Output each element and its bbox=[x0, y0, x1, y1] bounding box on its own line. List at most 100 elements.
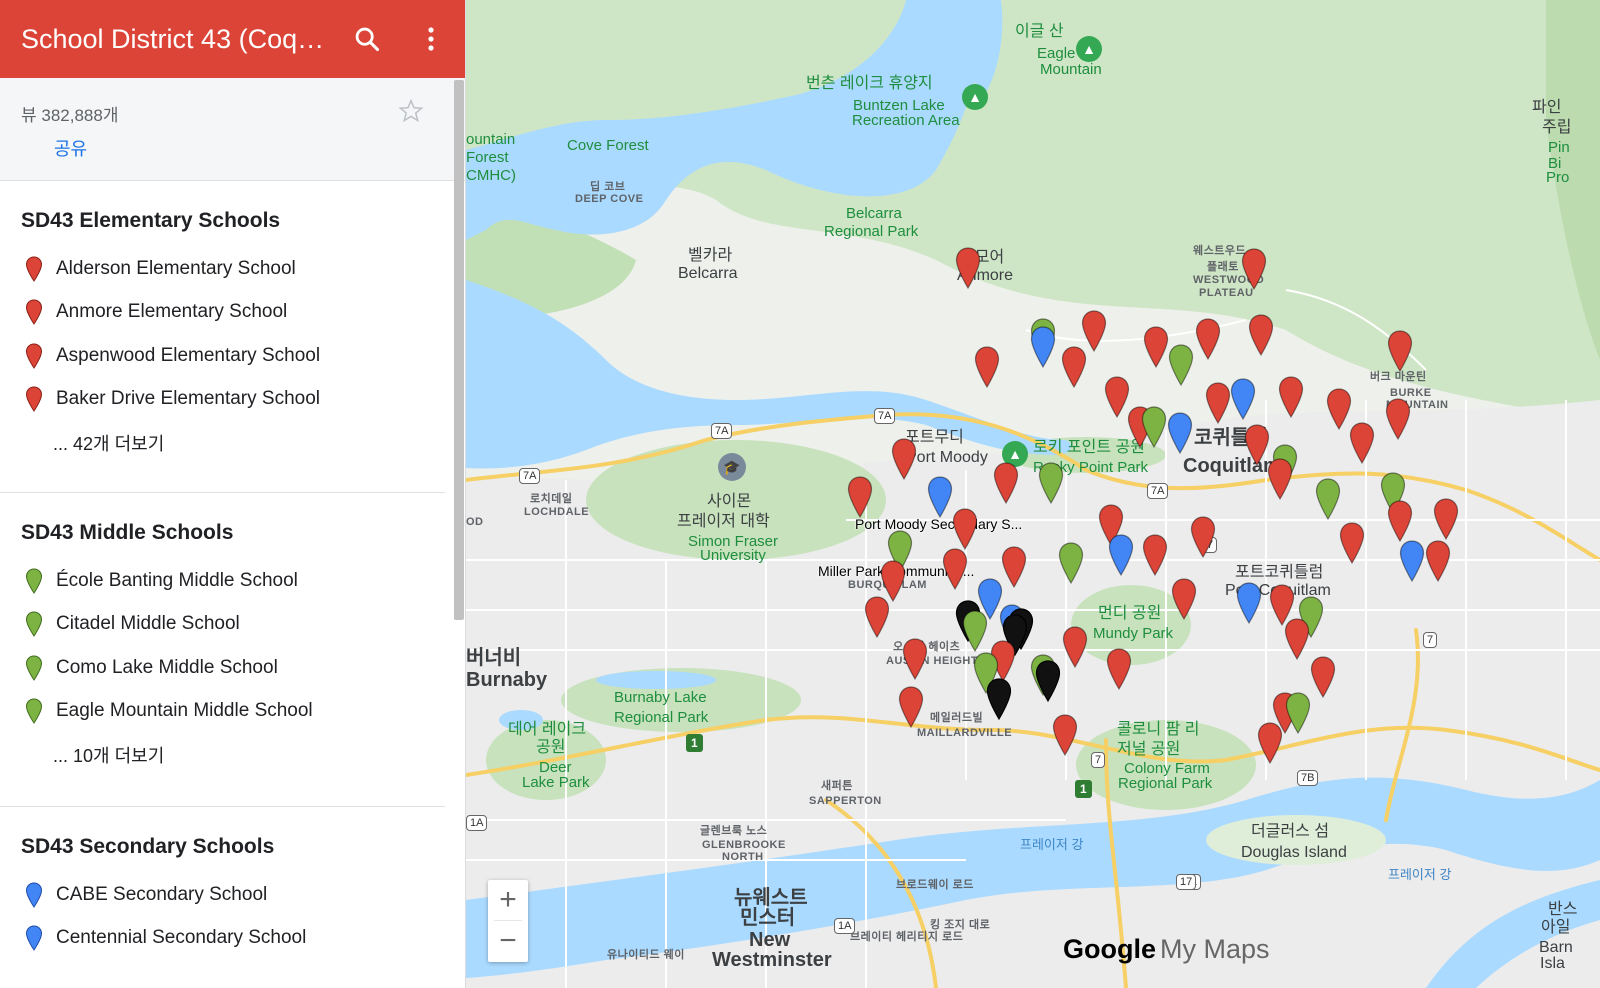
list-item[interactable]: CABE Secondary School bbox=[21, 873, 424, 917]
green-marker-icon bbox=[25, 655, 43, 681]
star-icon[interactable] bbox=[398, 98, 424, 129]
map-title[interactable]: School District 43 (Coquitlam) Schools bbox=[21, 24, 331, 55]
school-marker[interactable] bbox=[1241, 248, 1267, 290]
school-marker[interactable] bbox=[1106, 648, 1132, 690]
map-place-label: NORTH bbox=[722, 851, 764, 863]
zoom-controls: + − bbox=[488, 880, 528, 962]
school-marker[interactable] bbox=[1387, 500, 1413, 542]
list-item[interactable]: Citadel Middle School bbox=[21, 603, 424, 647]
school-marker[interactable] bbox=[1195, 318, 1221, 360]
list-item[interactable]: Alderson Elementary School bbox=[21, 247, 424, 291]
map-place-label: Regional Park bbox=[824, 223, 919, 240]
school-marker[interactable] bbox=[1315, 478, 1341, 520]
school-marker[interactable] bbox=[1052, 714, 1078, 756]
map-place-label: University bbox=[700, 547, 766, 564]
school-marker[interactable] bbox=[1058, 542, 1084, 584]
google-my-maps-logo: Google My Maps bbox=[1063, 934, 1270, 965]
school-marker[interactable] bbox=[1030, 326, 1056, 368]
school-marker[interactable] bbox=[902, 638, 928, 680]
list-item[interactable]: Anmore Elementary School bbox=[21, 291, 424, 335]
road-shield: 1A bbox=[834, 918, 856, 934]
school-marker[interactable] bbox=[1399, 540, 1425, 582]
school-marker[interactable] bbox=[1284, 618, 1310, 660]
school-marker[interactable] bbox=[1142, 534, 1168, 576]
school-marker[interactable] bbox=[1141, 406, 1167, 448]
school-marker[interactable] bbox=[1349, 422, 1375, 464]
school-marker[interactable] bbox=[993, 462, 1019, 504]
map-place-label: Belcarra bbox=[846, 205, 902, 222]
school-marker[interactable] bbox=[1257, 722, 1283, 764]
green-marker-icon bbox=[25, 698, 43, 725]
school-marker[interactable] bbox=[1108, 534, 1134, 576]
list-item-label: CABE Secondary School bbox=[56, 883, 268, 905]
park-icon: ▲ bbox=[1076, 36, 1102, 62]
school-marker[interactable] bbox=[1038, 462, 1064, 504]
show-more-link[interactable]: ... 42개 더보기 bbox=[21, 421, 424, 464]
map-place-label: 데어 레이크 bbox=[508, 721, 587, 738]
school-marker[interactable] bbox=[986, 678, 1012, 720]
school-marker[interactable] bbox=[955, 247, 981, 289]
show-more-link[interactable]: ... 10개 더보기 bbox=[21, 733, 424, 776]
school-marker[interactable] bbox=[1061, 346, 1087, 388]
school-marker[interactable] bbox=[1278, 376, 1304, 418]
list-item[interactable]: École Banting Middle School bbox=[21, 559, 424, 603]
map-place-label: OD bbox=[466, 516, 484, 528]
school-marker[interactable] bbox=[1230, 378, 1256, 420]
list-item[interactable]: Eagle Mountain Middle School bbox=[21, 690, 424, 734]
school-marker[interactable] bbox=[962, 610, 988, 652]
map-place-label: SAPPERTON bbox=[809, 795, 882, 807]
list-item[interactable]: Aspenwood Elementary School bbox=[21, 334, 424, 378]
school-marker[interactable] bbox=[1171, 578, 1197, 620]
map-place-label: New bbox=[749, 929, 791, 951]
school-marker[interactable] bbox=[1267, 458, 1293, 500]
school-marker[interactable] bbox=[1001, 546, 1027, 588]
blue-marker-icon bbox=[25, 882, 43, 908]
school-marker[interactable] bbox=[847, 476, 873, 518]
list-item-label: Aspenwood Elementary School bbox=[56, 344, 321, 366]
school-marker[interactable] bbox=[1205, 382, 1231, 424]
map-place-label: CMHC) bbox=[466, 167, 516, 184]
school-marker[interactable] bbox=[1236, 582, 1262, 624]
school-marker[interactable] bbox=[927, 476, 953, 518]
school-marker[interactable] bbox=[891, 438, 917, 480]
school-marker[interactable] bbox=[1310, 656, 1336, 698]
school-marker[interactable] bbox=[1035, 660, 1061, 702]
school-marker[interactable] bbox=[1248, 314, 1274, 356]
map-place-label: 딥 코브 bbox=[590, 181, 626, 193]
layer-elementary: SD43 Elementary Schools Alderson Element… bbox=[0, 181, 445, 493]
school-marker[interactable] bbox=[864, 596, 890, 638]
school-marker[interactable] bbox=[1062, 626, 1088, 668]
school-marker[interactable] bbox=[974, 346, 1000, 388]
list-item-label: Citadel Middle School bbox=[56, 613, 240, 635]
map-place-label: 콜로니 팜 리 bbox=[1117, 721, 1200, 738]
sidebar-scrollbar[interactable] bbox=[454, 80, 464, 620]
road-shield: 7A bbox=[711, 423, 733, 439]
school-marker[interactable] bbox=[1167, 412, 1193, 454]
list-item[interactable]: Baker Drive Elementary School bbox=[21, 378, 424, 422]
zoom-in-button[interactable]: + bbox=[488, 880, 528, 920]
zoom-out-button[interactable]: − bbox=[488, 921, 528, 961]
map-place-label: 플래토 bbox=[1207, 261, 1239, 273]
layer-title[interactable]: SD43 Middle Schools bbox=[21, 493, 424, 559]
list-item[interactable]: Centennial Secondary School bbox=[21, 917, 424, 961]
school-marker[interactable] bbox=[1425, 540, 1451, 582]
share-link[interactable]: 공유 bbox=[54, 135, 87, 161]
school-marker[interactable] bbox=[1387, 330, 1413, 372]
layer-title[interactable]: SD43 Elementary Schools bbox=[21, 181, 424, 247]
list-item[interactable]: Como Lake Middle School bbox=[21, 646, 424, 690]
school-marker[interactable] bbox=[952, 508, 978, 550]
more-options-icon[interactable] bbox=[416, 24, 446, 54]
map-place-label: Lake Park bbox=[522, 774, 590, 791]
school-marker[interactable] bbox=[898, 686, 924, 728]
search-icon[interactable] bbox=[352, 24, 382, 54]
school-marker[interactable] bbox=[1385, 398, 1411, 440]
school-marker[interactable] bbox=[1433, 498, 1459, 540]
school-marker[interactable] bbox=[1143, 326, 1169, 368]
layer-title[interactable]: SD43 Secondary Schools bbox=[21, 807, 424, 873]
school-marker[interactable] bbox=[942, 548, 968, 590]
school-marker[interactable] bbox=[1168, 344, 1194, 386]
school-marker[interactable] bbox=[1190, 516, 1216, 558]
school-marker[interactable] bbox=[1339, 522, 1365, 564]
school-marker[interactable] bbox=[1285, 692, 1311, 734]
map-place-label: Burnaby Lake bbox=[614, 689, 707, 706]
